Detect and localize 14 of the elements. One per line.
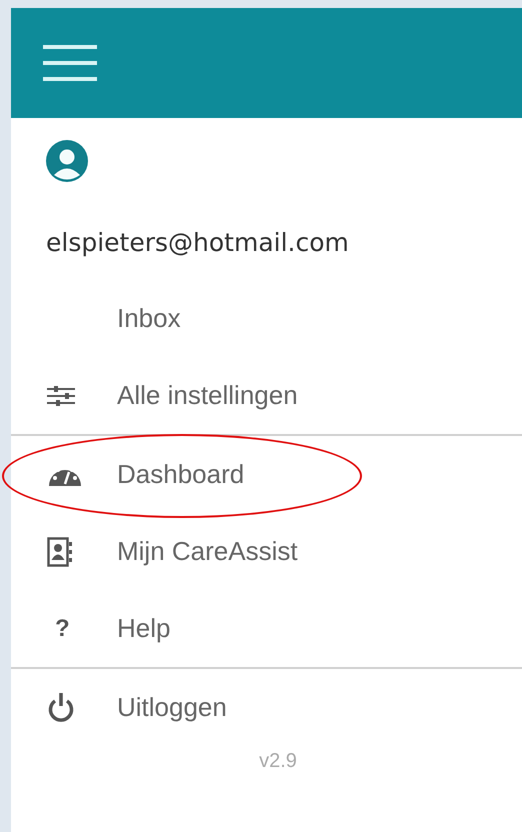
menu-button[interactable] — [43, 44, 97, 82]
sliders-icon — [47, 386, 75, 406]
version-label: v2.9 — [258, 750, 298, 773]
menu-item[interactable]: Alle instellingen — [11, 357, 522, 434]
account-email: elspieters@hotmail.com — [46, 227, 350, 259]
help-icon: ? — [55, 614, 70, 642]
menu-item[interactable]: Uitloggen — [11, 669, 522, 746]
avatar-icon — [46, 140, 88, 182]
power-icon — [47, 692, 75, 722]
menu-item[interactable]: Inbox — [11, 280, 522, 357]
menu-item[interactable]: ? Help — [11, 590, 522, 667]
menu-item[interactable]: Dashboard — [11, 436, 522, 513]
contact-card-icon — [47, 536, 73, 566]
menu-item[interactable]: Mijn CareAssist — [11, 513, 522, 590]
